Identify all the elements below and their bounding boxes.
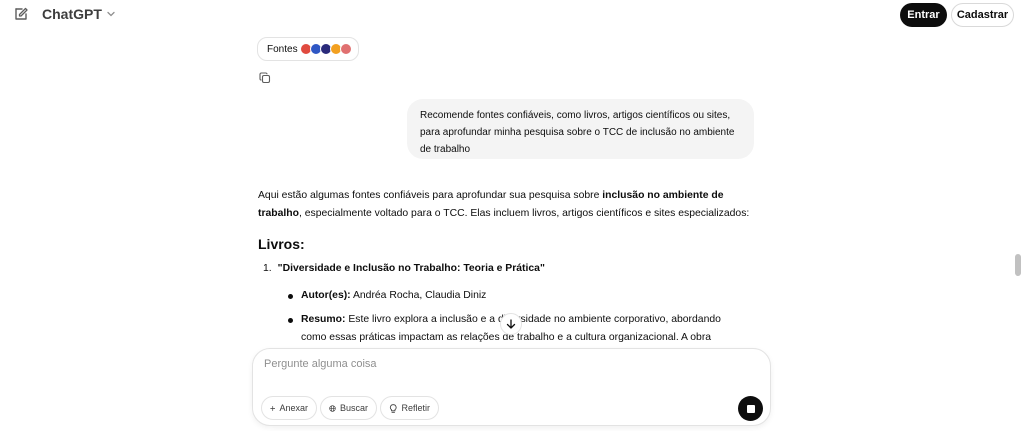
plus-icon: [270, 405, 276, 411]
new-chat-icon[interactable]: [13, 6, 29, 22]
assistant-intro: Aqui estão algumas fontes confiáveis par…: [258, 187, 758, 223]
intro-text: Aqui estão algumas fontes confiáveis par…: [258, 190, 603, 201]
stop-icon: [746, 404, 755, 413]
lightbulb-icon: [389, 403, 397, 413]
favicon-icon: [339, 43, 352, 55]
stop-button[interactable]: [738, 396, 763, 421]
signup-button[interactable]: Cadastrar: [951, 3, 1014, 27]
author-value: Andréa Rocha, Claudia Diniz: [350, 290, 487, 301]
intro-text-end: , especialmente voltado para o TCC. Elas…: [299, 208, 750, 219]
bullet-dot: [288, 294, 293, 299]
book-title: "Diversidade e Inclusão no Trabalho: Teo…: [277, 263, 545, 274]
user-message: Recomende fontes confiáveis, como livros…: [407, 99, 754, 159]
reason-button[interactable]: Refletir: [380, 396, 439, 420]
sources-label: Fontes: [267, 43, 298, 55]
section-heading: Livros:: [258, 236, 305, 252]
list-item: 1. "Diversidade e Inclusão no Trabalho: T…: [263, 263, 545, 274]
scrollbar[interactable]: [1015, 254, 1021, 276]
search-label: Buscar: [339, 403, 368, 413]
model-selector[interactable]: ChatGPT: [42, 6, 116, 22]
top-bar: ChatGPT Entrar Cadastrar: [0, 0, 1024, 30]
arrow-down-icon: [506, 319, 516, 329]
prompt-input[interactable]: [264, 358, 734, 370]
search-button[interactable]: Buscar: [320, 396, 377, 420]
sources-button[interactable]: Fontes: [257, 37, 359, 61]
model-name: ChatGPT: [42, 6, 102, 22]
summary-label: Resumo:: [301, 314, 346, 325]
composer: Anexar Buscar Refletir: [252, 348, 771, 426]
source-favicons: [299, 43, 352, 55]
globe-icon: [329, 404, 336, 412]
copy-icon[interactable]: [259, 72, 271, 84]
author-bullet: Autor(es): Andréa Rocha, Claudia Diniz: [288, 287, 487, 305]
reason-label: Refletir: [401, 403, 430, 413]
bullet-dot: [288, 318, 293, 323]
chevron-down-icon: [107, 11, 115, 17]
summary-bullet: Resumo: Este livro explora a inclusão e …: [288, 311, 741, 347]
author-label: Autor(es):: [301, 290, 351, 301]
attach-button[interactable]: Anexar: [261, 396, 317, 420]
list-number: 1.: [263, 263, 272, 274]
attach-label: Anexar: [279, 403, 308, 413]
scroll-down-button[interactable]: [500, 313, 522, 335]
login-button[interactable]: Entrar: [900, 3, 947, 27]
